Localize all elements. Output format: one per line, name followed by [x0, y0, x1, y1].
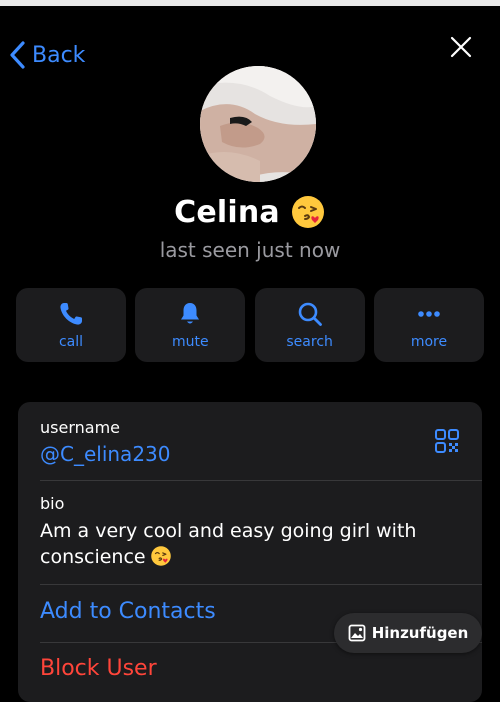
bio-text: Am a very cool and easy going girl with …: [40, 518, 460, 570]
profile-name: Celina: [174, 194, 280, 230]
close-icon: [450, 36, 472, 58]
translate-label: Hinzufügen: [371, 624, 469, 642]
more-label: more: [410, 334, 448, 350]
more-button[interactable]: more: [373, 288, 484, 362]
bell-icon: [181, 303, 200, 324]
call-label: call: [58, 334, 84, 350]
mute-button[interactable]: mute: [135, 288, 246, 362]
chevron-left-icon: [10, 41, 25, 69]
bio-label: bio: [40, 494, 65, 513]
qr-code-icon[interactable]: [434, 428, 460, 454]
search-button[interactable]: search: [254, 288, 365, 362]
username-label: username: [40, 418, 120, 437]
search-icon: [298, 302, 322, 326]
last-seen-status: last seen just now: [159, 238, 341, 262]
profile-info-card: username @C_elina230 bio Am a very cool …: [18, 402, 482, 702]
call-button[interactable]: call: [16, 288, 126, 362]
search-label: search: [286, 334, 333, 350]
avatar-image: [200, 66, 316, 182]
divider: [40, 584, 482, 585]
image-add-icon: [348, 624, 366, 642]
divider: [40, 480, 482, 481]
mute-label: mute: [172, 334, 209, 350]
back-label: Back: [32, 42, 86, 68]
add-to-contacts-button[interactable]: Add to Contacts: [40, 599, 216, 624]
bio-text-content: Am a very cool and easy going girl with …: [40, 520, 417, 568]
top-strip: [0, 0, 500, 6]
back-button[interactable]: Back: [8, 40, 85, 70]
action-buttons: call mute search more: [16, 288, 484, 362]
block-user-button[interactable]: Block User: [40, 656, 157, 681]
avatar[interactable]: [200, 66, 316, 182]
kiss-emoji-icon: [291, 196, 324, 228]
phone-icon: [60, 303, 82, 325]
close-button[interactable]: [448, 34, 474, 60]
username-value[interactable]: @C_elina230: [40, 442, 171, 466]
ellipsis-icon: [418, 311, 440, 317]
kiss-emoji-icon: [150, 546, 171, 566]
translate-overlay-button[interactable]: Hinzufügen: [334, 613, 482, 653]
profile-name-row: Celina: [0, 194, 500, 230]
